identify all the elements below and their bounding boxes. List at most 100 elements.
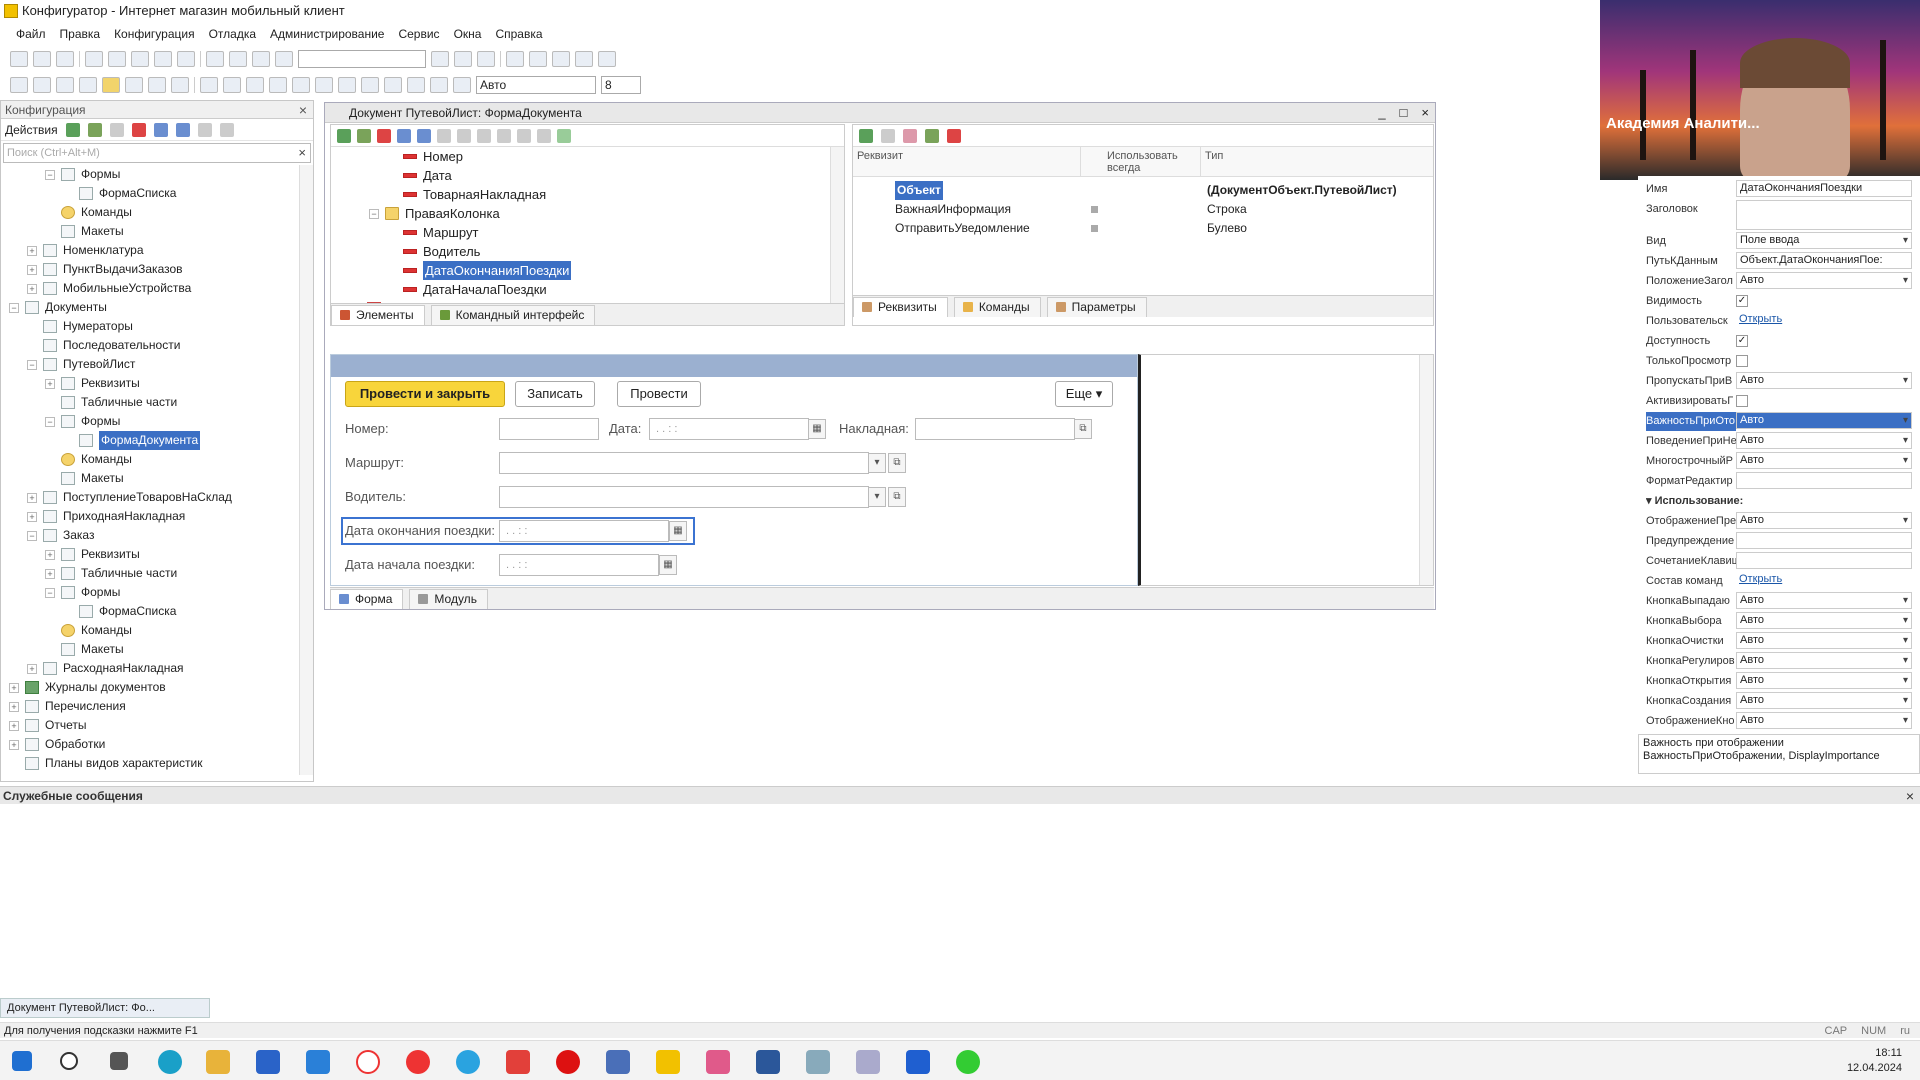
property-link[interactable]: Открыть bbox=[1736, 312, 1912, 329]
save-icon[interactable] bbox=[56, 51, 74, 67]
use-always-checkbox[interactable] bbox=[1091, 206, 1098, 213]
align-left-icon[interactable] bbox=[361, 77, 379, 93]
requisite-row[interactable]: ОтправитьУведомление Булево bbox=[853, 219, 1433, 238]
delete-icon[interactable] bbox=[377, 128, 391, 143]
italic-icon[interactable] bbox=[223, 77, 241, 93]
property-dropdown[interactable]: Авто bbox=[1736, 692, 1912, 709]
tree-item[interactable]: − Формы bbox=[45, 165, 120, 184]
tree-item[interactable]: + Отчеты bbox=[9, 716, 86, 735]
property-dropdown[interactable]: Поле ввода bbox=[1736, 232, 1912, 249]
clear-icon[interactable]: × bbox=[298, 144, 306, 162]
close-icon[interactable]: × bbox=[1421, 103, 1429, 123]
wrap-icon[interactable] bbox=[453, 77, 471, 93]
property-row[interactable]: Предупреждение bbox=[1646, 532, 1912, 551]
property-row[interactable]: ПутьКДанным Объект.ДатаОкончанияПое: bbox=[1646, 252, 1912, 271]
settings-icon[interactable] bbox=[437, 128, 451, 143]
calendar-icon[interactable]: ▦ bbox=[669, 521, 687, 541]
tab-command-interface[interactable]: Командный интерфейс bbox=[430, 304, 596, 325]
property-row[interactable]: КнопкаСоздания Авто bbox=[1646, 692, 1912, 711]
property-row[interactable]: ▾ Использование: bbox=[1646, 492, 1912, 511]
expand-toggle-icon[interactable]: + bbox=[27, 663, 37, 674]
search-prev-icon[interactable] bbox=[477, 51, 495, 67]
module-icon[interactable] bbox=[575, 51, 593, 67]
form-icon[interactable] bbox=[33, 77, 51, 93]
property-dropdown[interactable]: Авто bbox=[1736, 612, 1912, 629]
anydesk-icon[interactable] bbox=[506, 1050, 530, 1074]
zoom-icon[interactable] bbox=[906, 1050, 930, 1074]
expand-toggle-icon[interactable]: + bbox=[45, 568, 55, 579]
menu-edit[interactable]: Правка bbox=[60, 23, 101, 45]
window-icon[interactable] bbox=[506, 51, 524, 67]
property-field[interactable] bbox=[1736, 472, 1912, 489]
delete-icon[interactable] bbox=[131, 122, 146, 137]
globe-icon[interactable] bbox=[125, 77, 143, 93]
property-checkbox[interactable]: ✓ bbox=[1736, 335, 1748, 347]
menu-service[interactable]: Сервис bbox=[398, 23, 439, 45]
border-icon[interactable] bbox=[269, 77, 287, 93]
task-view-icon[interactable] bbox=[110, 1052, 128, 1070]
property-field[interactable] bbox=[1736, 200, 1912, 230]
form-element-item[interactable]: ДатаОкончанияПоездки bbox=[387, 261, 572, 280]
font-field[interactable]: Авто bbox=[476, 76, 596, 94]
date-field[interactable]: . . : : bbox=[649, 418, 809, 440]
property-dropdown[interactable]: Авто bbox=[1736, 412, 1912, 429]
expand-toggle-icon[interactable]: + bbox=[45, 549, 55, 560]
form-element-item[interactable]: ДатаНачалаПоездки bbox=[387, 280, 547, 299]
menu-debug[interactable]: Отладка bbox=[209, 23, 256, 45]
property-dropdown[interactable]: Авто bbox=[1736, 712, 1912, 729]
expand-toggle-icon[interactable]: − bbox=[369, 208, 379, 219]
add-icon[interactable] bbox=[337, 128, 351, 143]
form-element-item[interactable]: Водитель bbox=[387, 242, 480, 261]
tree-item[interactable]: Последовательности bbox=[27, 336, 180, 355]
expand-toggle-icon[interactable]: − bbox=[27, 530, 37, 541]
requisite-row[interactable]: Объект (ДокументОбъект.ПутевойЛист) bbox=[853, 181, 1433, 200]
app-icon[interactable] bbox=[806, 1050, 830, 1074]
move-up-icon[interactable] bbox=[153, 122, 168, 137]
tree-item[interactable]: Планы счетов bbox=[9, 773, 123, 775]
bold-icon[interactable] bbox=[200, 77, 218, 93]
font-color-icon[interactable] bbox=[315, 77, 333, 93]
menu-admin[interactable]: Администрирование bbox=[270, 23, 384, 45]
store-icon[interactable] bbox=[256, 1050, 280, 1074]
property-field[interactable] bbox=[1736, 532, 1912, 549]
chevron-down-icon[interactable]: ▾ bbox=[868, 487, 886, 507]
property-row[interactable]: КнопкаВыпадаю Авто bbox=[1646, 592, 1912, 611]
number-field[interactable] bbox=[499, 418, 599, 440]
property-checkbox[interactable]: ✓ bbox=[1736, 295, 1748, 307]
property-row[interactable]: ТолькоПросмотр bbox=[1646, 352, 1912, 371]
tree-item[interactable]: − Документы bbox=[9, 298, 107, 317]
post-and-close-button[interactable]: Провести и закрыть bbox=[345, 381, 505, 407]
property-row[interactable]: КнопкаОткрытия Авто bbox=[1646, 672, 1912, 691]
language-indicator[interactable]: ru bbox=[1900, 1023, 1910, 1039]
property-row[interactable]: КнопкаВыбора Авто bbox=[1646, 612, 1912, 631]
open-icon[interactable]: ⧉ bbox=[888, 453, 906, 473]
undo-icon[interactable] bbox=[206, 51, 224, 67]
add-nested-icon[interactable] bbox=[903, 128, 917, 143]
move-down-icon[interactable] bbox=[175, 122, 190, 137]
expand-toggle-icon[interactable]: + bbox=[27, 245, 37, 256]
align-center-icon[interactable] bbox=[384, 77, 402, 93]
tree-item[interactable]: ФормаДокумента bbox=[63, 431, 201, 450]
debug-icon[interactable] bbox=[148, 77, 166, 93]
app-icon[interactable] bbox=[606, 1050, 630, 1074]
paste-icon[interactable] bbox=[131, 51, 149, 67]
expand-toggle-icon[interactable]: − bbox=[45, 169, 55, 180]
tree-item[interactable]: Макеты bbox=[45, 222, 124, 241]
windows-start-icon[interactable] bbox=[12, 1051, 32, 1071]
menu-windows[interactable]: Окна bbox=[454, 23, 482, 45]
expand-toggle-icon[interactable]: + bbox=[9, 739, 19, 750]
elements-scrollbar[interactable] bbox=[830, 147, 844, 303]
property-row[interactable]: Пользовательск Открыть bbox=[1646, 312, 1912, 331]
chevron-down-icon[interactable]: ▾ bbox=[868, 453, 886, 473]
start-date-field[interactable]: . . : : bbox=[499, 554, 659, 576]
tree-item[interactable]: + ПриходнаяНакладная bbox=[27, 507, 185, 526]
tree-item[interactable]: Макеты bbox=[45, 469, 124, 488]
property-dropdown[interactable]: Авто bbox=[1736, 592, 1912, 609]
menu-file[interactable]: Файл bbox=[16, 23, 46, 45]
property-dropdown[interactable]: Авто bbox=[1736, 272, 1912, 289]
preview-icon[interactable] bbox=[177, 51, 195, 67]
tree-item[interactable]: + Реквизиты bbox=[45, 374, 140, 393]
sort-icon[interactable] bbox=[197, 122, 212, 137]
underline-icon[interactable] bbox=[246, 77, 264, 93]
preview-scrollbar[interactable] bbox=[1419, 355, 1433, 585]
